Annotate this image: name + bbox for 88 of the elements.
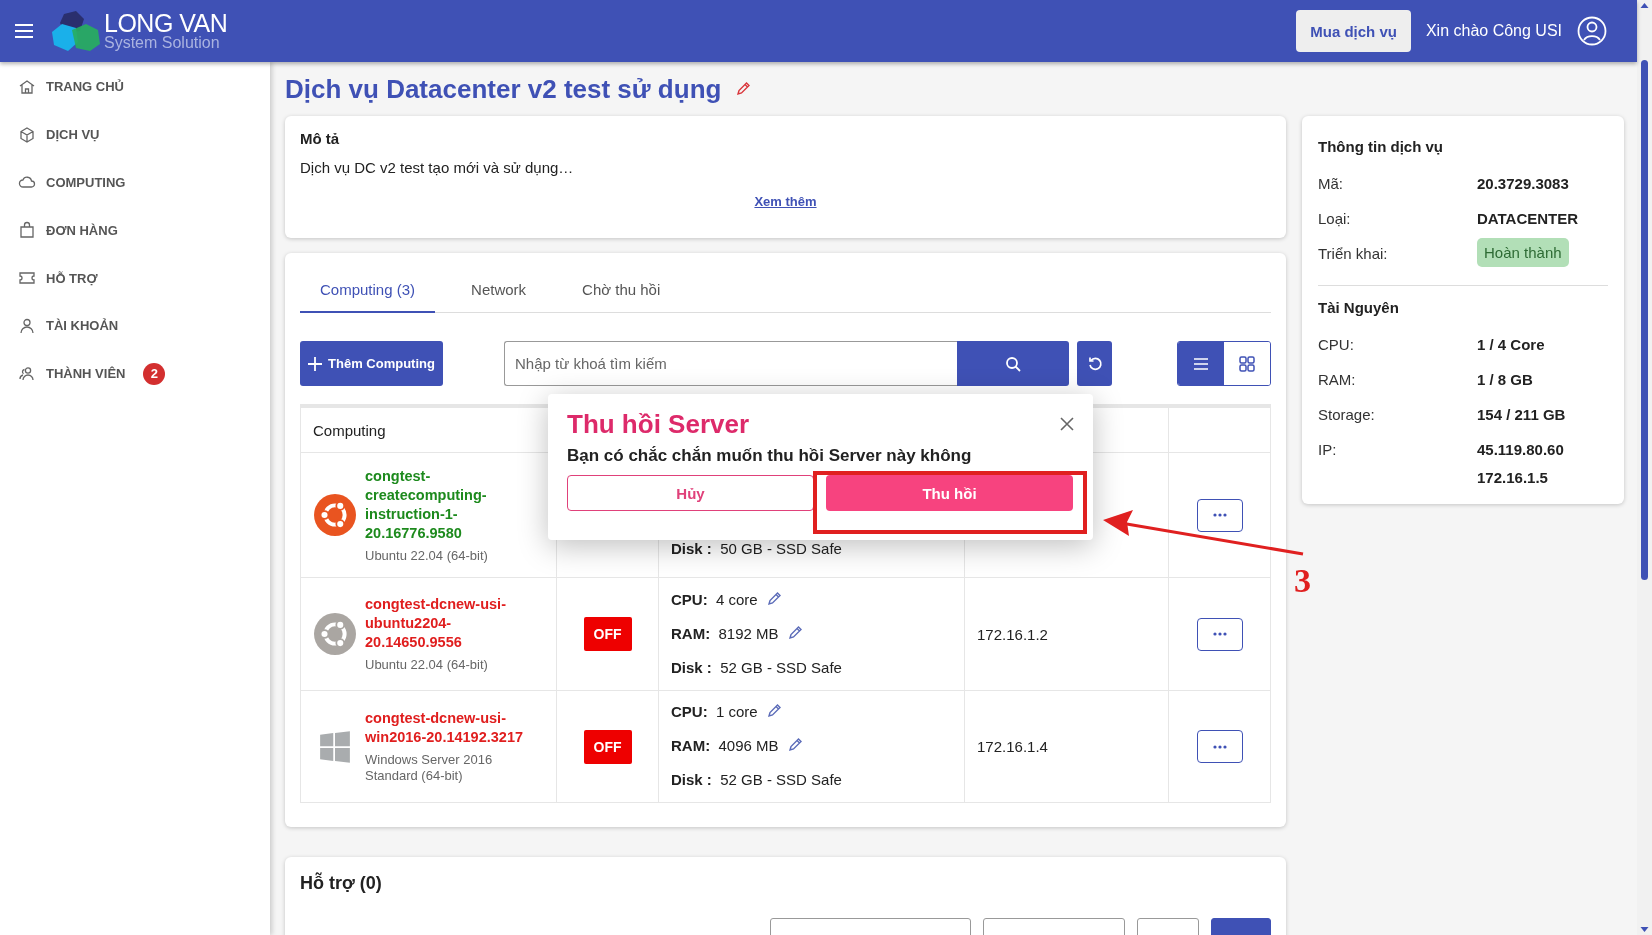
plus-icon xyxy=(308,356,323,371)
annotation-number: 3 xyxy=(1294,562,1311,600)
info-label: CPU: xyxy=(1318,335,1355,353)
spec-text: Disk : 52 GB - SSD Safe xyxy=(671,658,842,676)
edit-icon[interactable] xyxy=(786,737,803,753)
spec-text: RAM: 4096 MB xyxy=(671,736,779,754)
refresh-icon xyxy=(1086,355,1103,372)
users-icon xyxy=(18,364,36,383)
more-icon xyxy=(1212,744,1227,749)
ip-address: 172.16.1.2 xyxy=(977,625,1048,643)
more-icon xyxy=(1212,632,1227,636)
info-label: Mã: xyxy=(1318,174,1344,192)
card-heading: Hỗ trợ (0) xyxy=(300,873,383,894)
info-value: 1 / 8 GB xyxy=(1477,370,1533,390)
logo-icon xyxy=(50,10,102,52)
info-value: 20.3729.3083 xyxy=(1477,174,1569,194)
section-heading: Thông tin dịch vụ xyxy=(1318,138,1444,155)
info-value: 172.16.1.5 xyxy=(1477,468,1549,488)
section-heading: Tài Nguyên xyxy=(1318,299,1400,316)
refresh-button[interactable] xyxy=(1077,341,1112,386)
server-name[interactable]: congtest-createcomputing-instruction-1-20.16776.9580 xyxy=(365,466,543,543)
server-name[interactable]: congtest-dcnew-usi-win2016-20.14192.3217 xyxy=(365,709,543,747)
info-value: 154 / 211 GB xyxy=(1477,405,1566,425)
sidebar-item[interactable]: THÀNH VIÊN 2 xyxy=(0,349,270,398)
tab[interactable]: Network xyxy=(451,268,547,313)
status-badge: OFF xyxy=(583,617,632,651)
tab[interactable]: Chờ thu hồi xyxy=(562,268,681,313)
buy-service-button[interactable]: Mua dịch vụ xyxy=(1296,10,1411,52)
spec-text: CPU: 4 core xyxy=(671,590,758,608)
status-badge: OFF xyxy=(583,729,632,764)
add-computing-button[interactable]: Thêm Computing xyxy=(300,341,443,386)
description-text: Dịch vụ DC v2 test tạo mới và sử dụng… xyxy=(300,159,575,176)
greeting-text: Xin chào Công USI xyxy=(1425,22,1562,40)
info-value: DATACENTER xyxy=(1477,209,1579,229)
ip-address: 172.16.1.4 xyxy=(977,738,1048,755)
search-field[interactable]: Nhập từ khoá tìm kiếm xyxy=(504,341,957,386)
dialog-title: Thu hồi Server xyxy=(567,408,750,440)
tab[interactable]: Computing (3) xyxy=(300,268,436,313)
info-label: Loại: xyxy=(1318,209,1352,227)
spec-text: Disk : 50 GB - SSD Safe xyxy=(671,539,842,557)
os-label: Windows Server 2016 Standard (64-bit) xyxy=(365,752,494,784)
ubuntu-logo-icon xyxy=(314,491,356,539)
more-icon xyxy=(1212,513,1227,517)
sidebar-item[interactable]: ĐƠN HÀNG xyxy=(0,206,270,255)
brand-tagline: System Solution xyxy=(104,35,221,51)
os-label: Ubuntu 22.04 (64-bit) xyxy=(365,657,489,673)
sidebar-item[interactable]: COMPUTING xyxy=(0,158,270,207)
see-more-link[interactable]: Xem thêm xyxy=(754,194,817,209)
page-title: Dịch vụ Datacenter v2 test sử dụng xyxy=(285,73,722,105)
cube-icon xyxy=(18,125,36,144)
spec-text: CPU: 1 core xyxy=(671,702,758,720)
more-button[interactable] xyxy=(1196,730,1243,763)
cancel-button[interactable]: Hủy xyxy=(567,475,814,511)
column-header: Computing xyxy=(313,421,386,439)
brand-name: LONG VAN xyxy=(104,11,228,35)
account-icon[interactable] xyxy=(1577,16,1607,46)
info-label: Storage: xyxy=(1318,405,1376,423)
info-label: Triển khai: xyxy=(1318,244,1389,262)
card-heading: Mô tả xyxy=(300,130,341,147)
more-button[interactable] xyxy=(1196,498,1243,532)
list-view-button[interactable] xyxy=(1178,342,1224,385)
menu-icon[interactable] xyxy=(15,24,33,38)
spec-text: RAM: 8192 MB xyxy=(671,624,779,642)
info-value: 1 / 4 Core xyxy=(1477,335,1545,355)
sidebar-item[interactable]: DỊCH VỤ xyxy=(0,110,270,159)
info-value: 45.119.80.60 xyxy=(1477,440,1564,460)
edit-icon[interactable] xyxy=(735,81,752,97)
spec-text: Disk : 52 GB - SSD Safe xyxy=(671,770,842,788)
search-icon xyxy=(1005,355,1021,372)
bag-icon xyxy=(18,221,36,240)
sidebar-item[interactable]: TRANG CHỦ xyxy=(0,63,270,111)
close-icon[interactable] xyxy=(1060,417,1074,431)
user-icon xyxy=(18,316,36,335)
count-badge: 2 xyxy=(143,362,166,385)
grid-icon xyxy=(1237,353,1257,374)
sidebar-item[interactable]: TÀI KHOẢN xyxy=(0,302,270,350)
info-label: IP: xyxy=(1318,440,1338,458)
sidebar-item[interactable]: HỖ TRỢ xyxy=(0,254,270,302)
info-label: RAM: xyxy=(1318,370,1357,388)
server-name[interactable]: congtest-dcnew-usi-ubuntu2204-20.14650.9556 xyxy=(365,595,543,652)
dialog-message: Bạn có chắc chắn muốn thu hồi Server này không xyxy=(567,446,973,466)
edit-icon[interactable] xyxy=(786,625,803,641)
os-label: Ubuntu 22.04 (64-bit) xyxy=(365,547,489,564)
edit-icon[interactable] xyxy=(765,591,782,607)
status-badge: Hoàn thành xyxy=(1477,238,1569,267)
edit-icon[interactable] xyxy=(765,703,782,719)
ubuntu-logo-icon xyxy=(314,610,356,658)
more-button[interactable] xyxy=(1196,617,1243,651)
